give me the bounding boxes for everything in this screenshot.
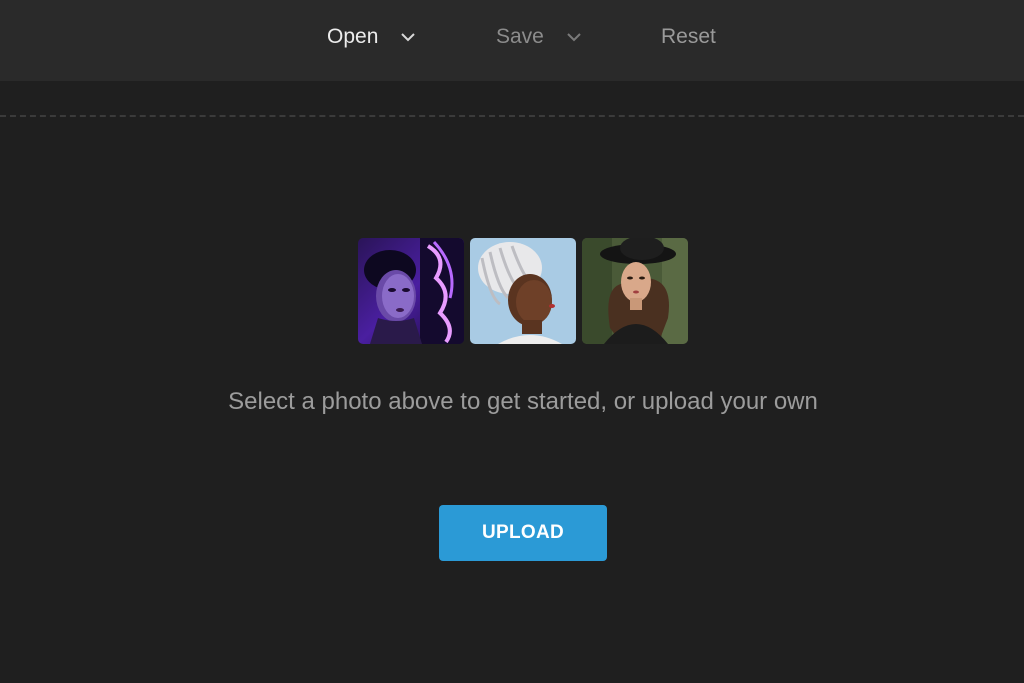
sample-photo-2[interactable] (470, 238, 576, 344)
reset-button[interactable]: Reset (661, 22, 716, 52)
reset-button-label: Reset (661, 25, 716, 48)
photo-woman-neon-sign-icon (358, 238, 464, 344)
open-menu-label: Open (327, 25, 379, 48)
drop-zone-divider (0, 115, 1024, 117)
save-menu-label: Save (496, 25, 544, 48)
open-menu[interactable]: Open (327, 22, 416, 52)
photo-woman-black-hat-icon (582, 238, 688, 344)
chevron-down-icon (401, 33, 416, 42)
sample-photo-3[interactable] (582, 238, 688, 344)
top-toolbar: Open Save Reset (0, 0, 1024, 81)
photo-woman-white-braids-icon (470, 238, 576, 344)
chevron-down-icon (567, 33, 581, 42)
get-started-prompt: Select a photo above to get started, or … (228, 388, 818, 415)
sample-photo-1[interactable] (358, 238, 464, 344)
upload-button[interactable]: UPLOAD (439, 505, 607, 561)
save-menu[interactable]: Save (496, 22, 582, 52)
